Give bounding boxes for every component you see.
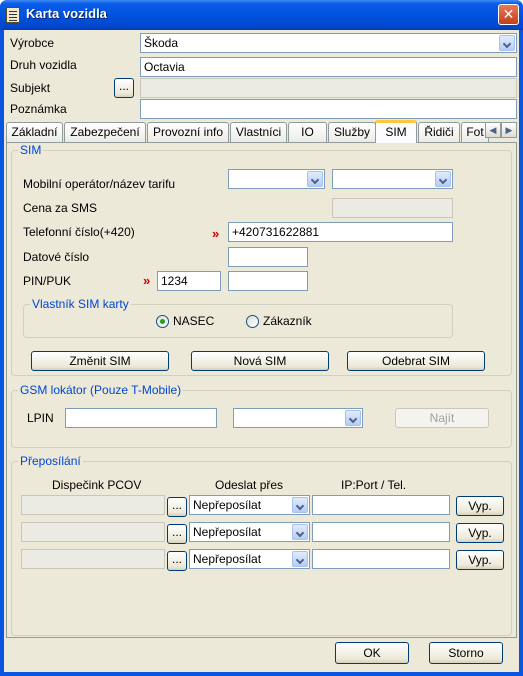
cancel-button[interactable]: Storno bbox=[429, 642, 503, 664]
remove-sim-button[interactable]: Odebrat SIM bbox=[347, 351, 485, 371]
gsm-group: GSM lokátor (Pouze T-Mobile) LPIN Najít bbox=[11, 383, 512, 448]
druh-label: Druh vozidla bbox=[10, 58, 77, 72]
header-dispatcher: Dispečink PCOV bbox=[52, 478, 142, 492]
lpin-label: LPIN bbox=[27, 411, 54, 425]
radio-zakaznik[interactable] bbox=[246, 315, 259, 328]
header-send-via: Odeslat přes bbox=[215, 478, 284, 492]
forwarding-group-title: Přeposílání bbox=[18, 454, 83, 468]
row2-dispatcher-field[interactable] bbox=[21, 522, 165, 542]
tab-scroll-right-icon[interactable]: ▶ bbox=[501, 122, 517, 138]
puk-field[interactable] bbox=[228, 271, 308, 291]
row3-send-via-select[interactable]: Nepřeposílat bbox=[189, 549, 310, 569]
row1-send-via-select[interactable]: Nepřeposílat bbox=[189, 495, 310, 515]
radio-nasec[interactable] bbox=[156, 315, 169, 328]
sim-group: SIM Mobilní operátor/název tarifu Cena z… bbox=[11, 143, 512, 376]
chevron-down-icon[interactable] bbox=[292, 524, 308, 540]
row3-dispatcher-field[interactable] bbox=[21, 549, 165, 569]
forwarding-group: Přeposílání Dispečink PCOV Odeslat přes … bbox=[11, 454, 512, 636]
gsm-select[interactable] bbox=[233, 408, 363, 428]
tab-vlastnici[interactable]: Vlastníci bbox=[230, 122, 287, 142]
tab-zabezpeceni[interactable]: Zabezpečení bbox=[64, 122, 146, 142]
row1-send-via-value: Nepřeposílat bbox=[193, 498, 262, 512]
operator-label: Mobilní operátor/název tarifu bbox=[23, 177, 176, 191]
row1-dispatcher-browse-button[interactable]: ... bbox=[167, 497, 187, 517]
title-bar[interactable]: Karta vozidla ✕ bbox=[0, 0, 523, 30]
vyrobce-label: Výrobce bbox=[10, 36, 55, 50]
row1-ip-field[interactable] bbox=[312, 495, 450, 515]
radio-nasec-label[interactable]: NASEC bbox=[173, 314, 214, 328]
gsm-group-title: GSM lokátor (Pouze T-Mobile) bbox=[18, 383, 184, 397]
row1-off-button[interactable]: Vyp. bbox=[456, 496, 504, 516]
sim-tab-panel: SIM Mobilní operátor/název tarifu Cena z… bbox=[6, 142, 517, 638]
operator-select[interactable] bbox=[228, 169, 325, 189]
chevron-down-icon[interactable] bbox=[307, 171, 323, 187]
row3-ip-field[interactable] bbox=[312, 549, 450, 569]
poznamka-label: Poznámka bbox=[10, 102, 67, 116]
row2-send-via-value: Nepřeposílat bbox=[193, 525, 262, 539]
dialog-window: Karta vozidla ✕ Výrobce Škoda Druh vozid… bbox=[0, 0, 523, 676]
cena-field[interactable] bbox=[332, 198, 453, 218]
row3-send-via-value: Nepřeposílat bbox=[193, 552, 262, 566]
row1-dispatcher-field[interactable] bbox=[21, 495, 165, 515]
vyrobce-value: Škoda bbox=[144, 36, 179, 50]
datove-field[interactable] bbox=[228, 247, 308, 267]
subjekt-browse-button[interactable]: ... bbox=[114, 78, 134, 98]
sim-group-title: SIM bbox=[18, 143, 44, 157]
header-ip: IP:Port / Tel. bbox=[341, 478, 407, 492]
chevron-down-icon[interactable] bbox=[435, 171, 451, 187]
row2-send-via-select[interactable]: Nepřeposílat bbox=[189, 522, 310, 542]
owner-group: Vlastník SIM karty NASEC Zákazník bbox=[23, 297, 453, 338]
chevron-down-icon[interactable] bbox=[345, 410, 361, 426]
row2-ip-field[interactable] bbox=[312, 522, 450, 542]
tab-ridici[interactable]: Řidiči bbox=[418, 122, 460, 142]
chevron-down-icon[interactable] bbox=[499, 35, 515, 51]
pinpuk-label: PIN/PUK bbox=[23, 274, 72, 288]
subjekt-label: Subjekt bbox=[10, 81, 51, 95]
window-title: Karta vozidla bbox=[26, 6, 107, 21]
tab-zakladni[interactable]: Základní bbox=[6, 122, 63, 142]
close-button[interactable]: ✕ bbox=[498, 4, 519, 25]
row3-dispatcher-browse-button[interactable]: ... bbox=[167, 551, 187, 571]
poznamka-field[interactable] bbox=[140, 99, 517, 119]
vyrobce-select[interactable]: Škoda bbox=[140, 33, 517, 53]
radio-zakaznik-label[interactable]: Zákazník bbox=[263, 314, 312, 328]
chevron-down-icon[interactable] bbox=[292, 551, 308, 567]
row3-off-button[interactable]: Vyp. bbox=[456, 550, 504, 570]
tab-provozni-info[interactable]: Provozní info bbox=[147, 122, 229, 142]
telefon-field[interactable]: +420731622881 bbox=[228, 222, 453, 242]
tab-sluzby[interactable]: Služby bbox=[328, 122, 376, 142]
change-sim-button[interactable]: Změnit SIM bbox=[31, 351, 169, 371]
cena-label: Cena za SMS bbox=[23, 201, 98, 215]
dialog-client-area: Výrobce Škoda Druh vozidla Octavia Subje… bbox=[4, 30, 519, 672]
druh-field[interactable]: Octavia bbox=[140, 57, 517, 77]
pin-field[interactable]: 1234 bbox=[157, 271, 221, 291]
ok-button[interactable]: OK bbox=[335, 642, 409, 664]
required-marker: » bbox=[212, 226, 219, 241]
tab-sim[interactable]: SIM bbox=[375, 120, 417, 143]
telefon-label: Telefonní číslo(+420) bbox=[23, 225, 135, 239]
chevron-down-icon[interactable] bbox=[292, 497, 308, 513]
document-icon bbox=[6, 7, 20, 23]
row2-dispatcher-browse-button[interactable]: ... bbox=[167, 524, 187, 544]
tab-scroll-left-icon[interactable]: ◀ bbox=[485, 122, 501, 138]
owner-group-title: Vlastník SIM karty bbox=[30, 297, 131, 311]
new-sim-button[interactable]: Nová SIM bbox=[191, 351, 329, 371]
required-marker: » bbox=[143, 273, 150, 288]
lpin-field[interactable] bbox=[65, 408, 217, 428]
datove-label: Datové číslo bbox=[23, 250, 90, 264]
tariff-select[interactable] bbox=[332, 169, 453, 189]
tab-io[interactable]: IO bbox=[288, 122, 327, 142]
subjekt-field[interactable] bbox=[140, 78, 517, 98]
row2-off-button[interactable]: Vyp. bbox=[456, 523, 504, 543]
find-button[interactable]: Najít bbox=[395, 408, 489, 428]
